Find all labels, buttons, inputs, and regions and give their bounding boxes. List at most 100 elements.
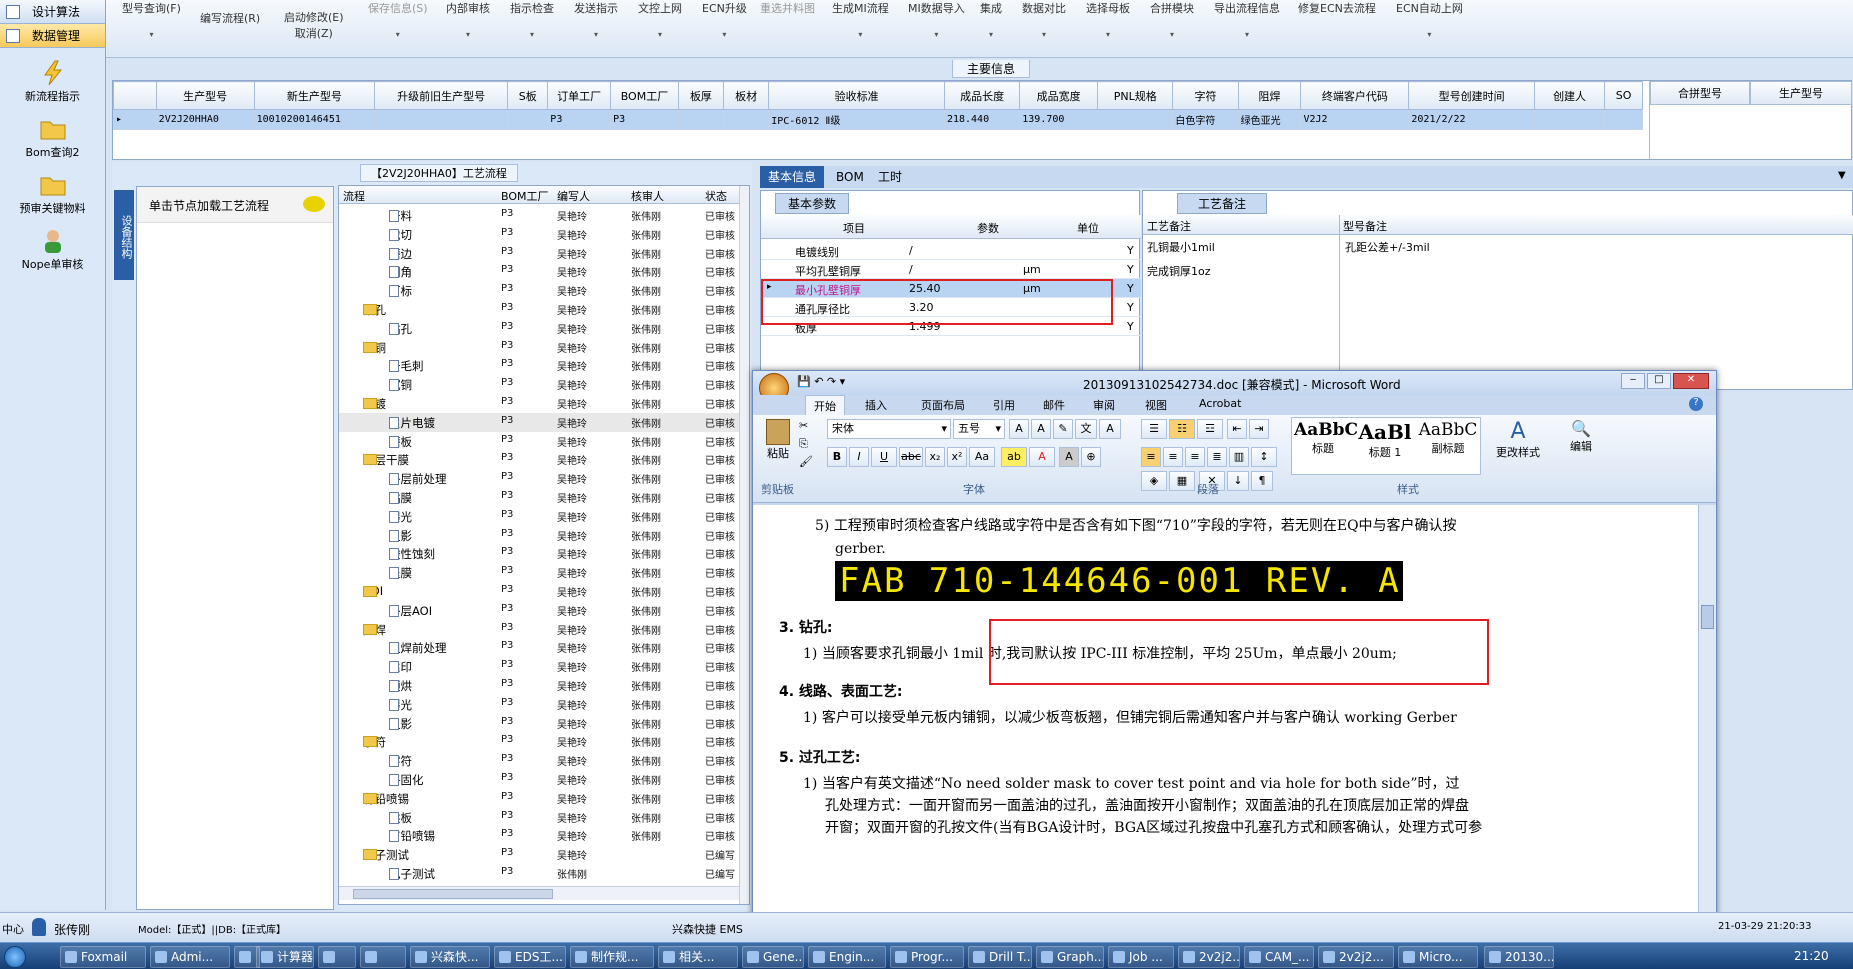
strikethrough-icon[interactable]: abc [899,447,923,467]
nav-bom-query[interactable]: Bom查询2 [0,116,105,160]
tab-view[interactable]: 视图 [1145,397,1167,413]
generate-mi-button[interactable]: 生成MI流程 ▾ [826,0,895,39]
bullets-icon[interactable]: ☰ [1141,419,1167,439]
tree-row[interactable]: 预烘 P3 吴艳玲 张伟刚 已审核 [339,676,739,695]
fix-ecn-button[interactable]: 修复ECN去流程 [1292,0,1382,16]
param-row[interactable]: 平均孔壁铜厚 / μm Y [761,260,1141,279]
tree-row[interactable]: 负片电镀 P3 吴艳玲 张伟刚 已审核 [339,412,739,432]
main-col-header[interactable]: 订单工厂 [547,81,612,110]
tree-scrollbar[interactable] [739,186,749,904]
taskbar-item[interactable]: CAM_... [1244,946,1314,968]
start-button-icon[interactable] [4,946,26,968]
main-col-header[interactable]: 阻焊 [1237,81,1302,110]
send-instruction-button[interactable]: 发送指示 ▾ [568,0,624,39]
tree-row[interactable]: 圆角 P3 吴艳玲 张伟刚 已审核 [339,262,739,281]
tree-row[interactable]: 阻焊前处理 P3 吴艳玲 张伟刚 已审核 [339,638,739,657]
main-col-header[interactable]: 成品宽度 [1019,81,1099,110]
tree-row[interactable]: −电镀 P3 吴艳玲 张伟刚 已审核 [339,394,739,413]
nav-nope-review[interactable]: Nope单审核 [0,228,105,272]
char-border-icon[interactable]: A [1099,419,1121,439]
tab-page-layout[interactable]: 页面布局 [921,397,965,413]
load-hint-bar[interactable]: 单击节点加载工艺流程 [137,187,333,223]
style-title[interactable]: AaBbC 标题 [1294,420,1358,472]
tree-row[interactable]: 曝光 P3 吴艳玲 张伟刚 已审核 [339,507,739,526]
main-col-header[interactable]: BOM工厂 [610,81,679,110]
data-compare-button[interactable]: 数据对比 ▾ [1016,0,1072,39]
export-process-button[interactable]: 导出流程信息 ▾ [1208,0,1286,39]
tree-row[interactable]: 字符 P3 吴艳玲 张伟刚 已审核 [339,751,739,770]
help-icon[interactable]: ? [1689,397,1703,411]
format-painter-icon[interactable]: 🖌 [799,455,813,468]
start-modify-button[interactable]: 启动修改(E) 取消(Z) [278,10,350,42]
taskbar-item[interactable]: Admi... [150,946,230,968]
mi-import-button[interactable]: MI数据导入 ▾ [902,0,971,39]
taskbar-item[interactable] [318,946,356,968]
multilevel-list-icon[interactable]: ☲ [1197,419,1223,439]
taskbar-item[interactable]: 2v2j2... [1318,946,1394,968]
style-heading1[interactable]: AaBl 标题 1 [1354,420,1416,472]
table-cell[interactable]: 白色字符 [1172,109,1239,130]
nav-item-design-algorithm[interactable]: 设计算法 [0,0,105,24]
main-col-header[interactable]: PNL规格 [1097,81,1174,110]
superscript-icon[interactable]: x² [947,447,967,467]
tree-row[interactable]: 电子测试 P3 张伟刚 已编写 [339,864,739,882]
instruction-check-button[interactable]: 指示检查 ▾ [504,0,560,39]
increase-indent-icon[interactable]: ⇥ [1249,419,1269,439]
align-left-icon[interactable]: ≡ [1141,447,1161,467]
document-page[interactable]: 5) 工程预审时须检查客户线路或字符中是否含有如下图“710”字段的字符，若无则… [753,505,1698,949]
integrate-button[interactable]: 集成 ▾ [974,0,1008,39]
main-col-header[interactable]: 生产型号 [155,81,255,110]
main-col-header[interactable]: 终端客户代码 [1300,81,1410,110]
tree-row[interactable]: 去毛刺 P3 吴艳玲 张伟刚 已审核 [339,356,739,375]
clear-format-icon[interactable]: ✎ [1053,419,1073,439]
tree-row[interactable]: 烘板 P3 吴艳玲 张伟刚 已审核 [339,808,739,827]
reselect-drawing-button[interactable]: 重选并料图 [754,0,821,16]
table-cell[interactable] [507,109,549,130]
table-cell[interactable]: P3 [610,109,679,130]
ecn-auto-online-button[interactable]: ECN自动上网 ▾ [1390,0,1469,39]
main-col-header[interactable]: 型号创建时间 [1408,81,1535,110]
grow-font-icon[interactable]: A [1009,419,1029,439]
font-color-icon[interactable]: A [1029,447,1055,467]
taskbar-item[interactable]: 兴森快... [410,946,490,968]
nav-new-process-indicator[interactable]: 新流程指示 [0,60,105,104]
tree-row[interactable]: −钻孔 P3 吴艳玲 张伟刚 已审核 [339,300,739,319]
merge-module-button[interactable]: 合拼模块 ▾ [1144,0,1200,39]
tree-row[interactable]: −有铅喷锡 P3 吴艳玲 张伟刚 已审核 [339,789,739,808]
table-cell[interactable]: 绿色亚光 [1237,109,1302,130]
tab-basic-info[interactable]: 基本信息 [760,166,825,188]
note-min-copper[interactable]: 孔铜最小1mil [1147,239,1215,255]
align-center-icon[interactable]: ≡ [1163,447,1183,467]
phonetic-icon[interactable]: 文 [1075,419,1097,439]
table-cell[interactable]: 139.700 [1019,109,1099,130]
underline-icon[interactable]: U [871,447,897,467]
main-col-header[interactable]: 新生产型号 [253,81,376,110]
taskbar-item[interactable]: EDS工... [494,946,566,968]
chevron-down-icon[interactable]: ▼ [1838,170,1846,181]
tree-row[interactable]: 磨边 P3 吴艳玲 张伟刚 已审核 [339,244,739,263]
tree-row[interactable]: 打标 P3 吴艳玲 张伟刚 已审核 [339,281,739,300]
tree-row[interactable]: 显影 P3 吴艳玲 张伟刚 已审核 [339,526,739,545]
taskbar-item[interactable]: 相关... [658,946,738,968]
font-name-select[interactable]: 宋体 ▾ [827,419,951,439]
table-cell[interactable] [1604,109,1643,130]
justify-icon[interactable]: ≣ [1207,447,1227,467]
minimize-icon[interactable]: ‒ [1621,373,1645,389]
char-shading-icon[interactable]: A [1059,447,1079,467]
taskbar-item[interactable]: Foxmail [60,946,146,968]
tree-row[interactable]: 曝光 P3 吴艳玲 张伟刚 已审核 [339,695,739,714]
taskbar-item[interactable]: 2v2j2... [1178,946,1240,968]
table-cell[interactable]: IPC-6012 Ⅱ级 [768,109,945,130]
tree-row[interactable]: 开料 P3 吴艳玲 张伟刚 已审核 [339,206,739,225]
shrink-font-icon[interactable]: A [1031,419,1051,439]
table-cell[interactable] [374,109,509,130]
font-size-select[interactable]: 五号 ▾ [953,419,1005,439]
tree-row[interactable]: 显影 P3 吴艳玲 张伟刚 已审核 [339,714,739,733]
table-cell[interactable]: 218.440 [943,109,1021,130]
main-col-header[interactable]: SO [1604,81,1643,110]
change-styles-button[interactable]: A 更改样式 [1489,419,1547,460]
tree-row[interactable]: 裁切 P3 吴艳玲 张伟刚 已审核 [339,225,739,244]
line-spacing-icon[interactable]: ↕ [1251,447,1277,467]
taskbar-item[interactable]: Job ... [1108,946,1174,968]
model-query-button[interactable]: 型号查询(F) ▾ [116,0,187,39]
